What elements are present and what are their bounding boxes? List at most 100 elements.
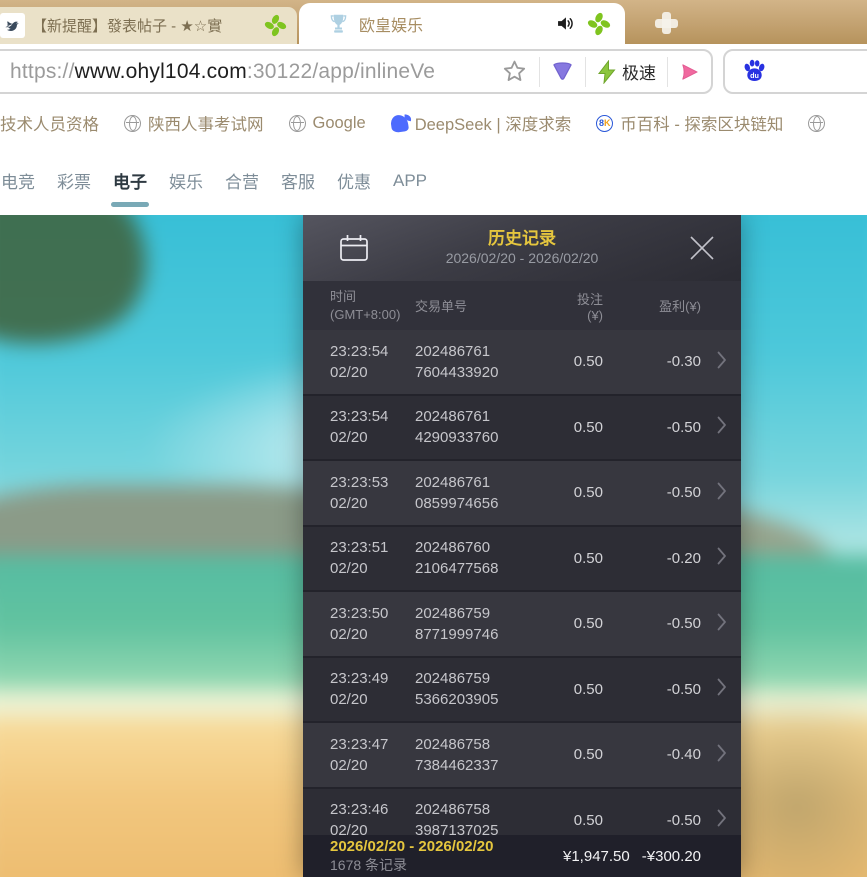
lightning-icon bbox=[597, 60, 617, 84]
row-order-line1: 202486759 bbox=[415, 603, 563, 624]
row-order-line1: 202486758 bbox=[415, 734, 563, 755]
address-bar[interactable]: https://www.ohyl104.com:30122/app/inline… bbox=[0, 49, 713, 94]
row-time-cell: 23:23:50 02/20 bbox=[330, 603, 415, 645]
url-text[interactable]: https://www.ohyl104.com:30122/app/inline… bbox=[0, 60, 490, 84]
row-order-line1: 202486760 bbox=[415, 537, 563, 558]
row-order-cell: 202486759 8771999746 bbox=[415, 603, 563, 645]
play-video-icon[interactable] bbox=[668, 51, 711, 92]
col-bet: 投注(¥) bbox=[563, 289, 603, 323]
speed-mode-button[interactable]: 极速 bbox=[586, 51, 667, 92]
table-row[interactable]: 23:23:51 02/20 202486760 2106477568 0.50… bbox=[303, 527, 741, 593]
site-nav-item[interactable]: 电竞 bbox=[0, 146, 36, 215]
col-order: 交易单号 bbox=[415, 296, 563, 315]
row-bet: 0.50 bbox=[563, 812, 603, 829]
baidu-paw-icon[interactable]: du bbox=[741, 58, 768, 85]
row-order-line2: 7604433920 bbox=[415, 362, 563, 383]
row-profit: -0.50 bbox=[603, 681, 701, 698]
table-row[interactable]: 23:23:47 02/20 202486758 7384462337 0.50… bbox=[303, 723, 741, 789]
chevron-right-icon bbox=[701, 613, 727, 635]
row-profit: -0.40 bbox=[603, 746, 701, 763]
row-bet: 0.50 bbox=[563, 615, 603, 632]
row-order-line2: 2106477568 bbox=[415, 558, 563, 579]
site-nav-item[interactable]: 电子 bbox=[112, 146, 148, 215]
row-order-line2: 7384462337 bbox=[415, 755, 563, 776]
row-order-line1: 202486759 bbox=[415, 668, 563, 689]
site-nav-item[interactable]: 彩票 bbox=[56, 146, 92, 215]
row-date: 02/20 bbox=[330, 755, 415, 776]
row-profit: -0.50 bbox=[603, 419, 701, 436]
chevron-right-icon bbox=[701, 547, 727, 569]
vpn-shield-icon[interactable] bbox=[540, 51, 585, 92]
bookmark-favicon-icon bbox=[808, 115, 825, 132]
calendar-icon[interactable] bbox=[337, 231, 371, 270]
site-nav: 电竞 彩票 电子 娱乐 合营 客服 优惠 bbox=[0, 146, 867, 215]
close-icon[interactable] bbox=[687, 233, 717, 268]
page-content: 历史记录 2026/02/20 - 2026/02/20 时间 (GMT+8:0… bbox=[0, 215, 867, 877]
row-order-line2: 0859974656 bbox=[415, 493, 563, 514]
site-nav-label: 娱乐 bbox=[169, 168, 203, 193]
site-nav-item[interactable]: 合营 bbox=[224, 146, 260, 215]
site-nav-item[interactable]: 娱乐 bbox=[168, 146, 204, 215]
site-nav-label: 彩票 bbox=[57, 168, 91, 193]
bookmark-star-icon[interactable] bbox=[490, 51, 539, 92]
summary-footer: 2026/02/20 - 2026/02/20 1678 条记录 ¥1,947.… bbox=[303, 835, 741, 877]
row-time-cell: 23:23:54 02/20 bbox=[330, 406, 415, 448]
table-header: 时间 (GMT+8:00) 交易单号 投注(¥) 盈利(¥) bbox=[303, 281, 741, 330]
col-time: 时间 (GMT+8:00) bbox=[330, 288, 415, 324]
browser-toolbar: https://www.ohyl104.com:30122/app/inline… bbox=[0, 44, 867, 100]
bookmark-item[interactable]: Google bbox=[289, 114, 366, 133]
table-row[interactable]: 23:23:53 02/20 202486761 0859974656 0.50… bbox=[303, 461, 741, 527]
row-date: 02/20 bbox=[330, 689, 415, 710]
bookmark-item[interactable]: DeepSeek | 深度求索 bbox=[391, 111, 572, 135]
table-row[interactable]: 23:23:49 02/20 202486759 5366203905 0.50… bbox=[303, 658, 741, 724]
site-nav-item[interactable]: 优惠 bbox=[336, 146, 372, 215]
row-order-line2: 5366203905 bbox=[415, 689, 563, 710]
bookmark-item[interactable] bbox=[808, 115, 832, 132]
row-time: 23:23:54 bbox=[330, 406, 415, 427]
bookmark-item[interactable]: 币百科 - 探索区块链知 bbox=[596, 111, 783, 135]
row-time-cell: 23:23:54 02/20 bbox=[330, 341, 415, 383]
site-nav-label: 优惠 bbox=[337, 168, 371, 193]
site-nav-item[interactable]: 客服 bbox=[280, 146, 316, 215]
modal-title: 历史记录 bbox=[488, 228, 556, 249]
table-row[interactable]: 23:23:54 02/20 202486761 7604433920 0.50… bbox=[303, 330, 741, 396]
row-date: 02/20 bbox=[330, 493, 415, 514]
row-time: 23:23:54 bbox=[330, 341, 415, 362]
row-profit: -0.30 bbox=[603, 353, 701, 370]
bookmark-item[interactable]: 技术人员资格 bbox=[0, 111, 99, 135]
table-row[interactable]: 23:23:50 02/20 202486759 8771999746 0.50… bbox=[303, 592, 741, 658]
row-order-line1: 202486761 bbox=[415, 472, 563, 493]
site-nav-item[interactable]: APP bbox=[392, 146, 428, 215]
chevron-right-icon bbox=[701, 351, 727, 373]
tab-forum[interactable]: 【新提醒】發表帖子 - ★☆實 bbox=[0, 7, 297, 44]
col-profit: 盈利(¥) bbox=[603, 296, 701, 315]
chevron-right-icon bbox=[701, 416, 727, 438]
new-tab-icon[interactable] bbox=[652, 11, 682, 35]
clover-extension-icon[interactable] bbox=[587, 12, 611, 36]
speaker-audio-icon[interactable] bbox=[555, 13, 576, 34]
row-profit: -0.20 bbox=[603, 550, 701, 567]
row-profit: -0.50 bbox=[603, 812, 701, 829]
speed-mode-label: 极速 bbox=[622, 59, 656, 84]
tab-active-ouhuang[interactable]: 欧皇娱乐 bbox=[299, 3, 625, 44]
site-nav-label: 客服 bbox=[281, 168, 315, 193]
site-nav-label: 电子 bbox=[113, 168, 147, 193]
summary-date-range: 2026/02/20 - 2026/02/20 bbox=[330, 837, 563, 856]
chevron-right-icon bbox=[701, 482, 727, 504]
browser-window: 【新提醒】發表帖子 - ★☆實 欧皇娱乐 https://www.ohyl104… bbox=[0, 0, 867, 877]
modal-header: 历史记录 2026/02/20 - 2026/02/20 bbox=[303, 215, 741, 281]
bookmark-label: 陕西人事考试网 bbox=[148, 111, 264, 135]
summary-left: 2026/02/20 - 2026/02/20 1678 条记录 bbox=[330, 837, 563, 875]
row-order-line1: 202486761 bbox=[415, 406, 563, 427]
bookmark-favicon-icon bbox=[289, 115, 306, 132]
tab-title: 欧皇娱乐 bbox=[359, 12, 544, 36]
baidu-extension-box[interactable]: du bbox=[723, 49, 867, 94]
bookmark-favicon-icon bbox=[390, 113, 409, 132]
row-time-cell: 23:23:49 02/20 bbox=[330, 668, 415, 710]
bookmark-label: 币百科 - 探索区块链知 bbox=[620, 111, 783, 135]
table-row[interactable]: 23:23:54 02/20 202486761 4290933760 0.50… bbox=[303, 396, 741, 462]
row-time-cell: 23:23:47 02/20 bbox=[330, 734, 415, 776]
bookmark-item[interactable]: 陕西人事考试网 bbox=[124, 111, 264, 135]
site-nav-label: 电竞 bbox=[1, 168, 35, 193]
row-order-cell: 202486758 7384462337 bbox=[415, 734, 563, 776]
